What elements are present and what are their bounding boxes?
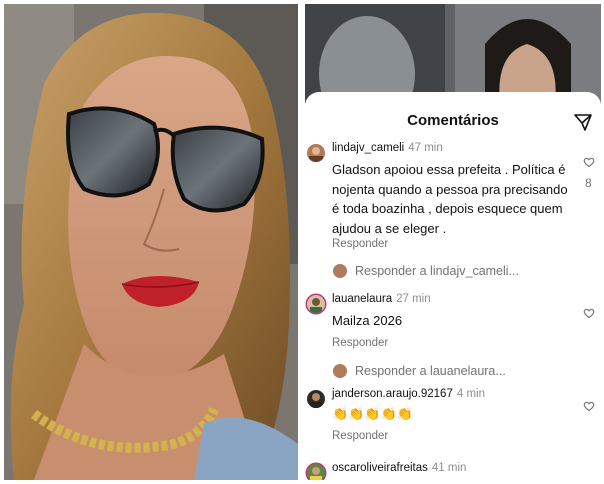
portrait-illustration [4,4,298,480]
comment-text: Mailza 2026 [332,313,403,328]
reply-avatar [333,264,347,278]
send-icon[interactable] [573,112,593,132]
heart-outline-icon[interactable] [583,307,595,319]
avatar[interactable] [307,464,325,480]
reply-prompt[interactable]: Responder a lindajv_cameli... [355,264,519,278]
comment-text: 👏👏👏👏👏 [332,406,413,421]
reply-avatar [333,364,347,378]
sheet-title: Comentários [407,112,499,129]
username-text[interactable]: oscaroliveirafreitas [332,462,428,474]
portrait-photo [4,4,298,480]
comment-time: 47 min [408,142,443,154]
avatar[interactable] [307,144,325,162]
comment-username[interactable]: oscaroliveirafreitas 41 min [332,462,466,474]
comment-username[interactable]: lauanelaura 27 min [332,293,431,305]
reply-button[interactable]: Responder [332,430,388,442]
comment-time: 41 min [431,462,467,474]
comment-time: 27 min [396,293,431,305]
background-video-frame [305,4,601,104]
comments-sheet: Comentários lindajv_cameli 47 min Gladson… [305,92,601,480]
comment-time: 4 min [456,388,485,400]
comment-username[interactable]: janderson.araujo.92167 4 min [332,388,485,400]
avatar[interactable] [307,295,325,313]
username-text[interactable]: lindajv_cameli [332,142,404,154]
avatar[interactable] [307,390,325,408]
comment-text: Gladson apoiou essa prefeita . Política … [332,162,568,236]
heart-outline-icon[interactable] [583,156,595,168]
reply-button[interactable]: Responder [332,238,388,250]
like-count: 8 [585,176,592,190]
heart-outline-icon[interactable] [583,400,595,412]
reply-prompt[interactable]: Responder a lauanelaura... [355,364,506,378]
reply-button[interactable]: Responder [332,337,388,349]
username-text[interactable]: janderson.araujo.92167 [332,388,453,400]
username-text[interactable]: lauanelaura [332,293,392,305]
comments-panel: Comentários lindajv_cameli 47 min Gladson… [305,4,601,480]
comment-username[interactable]: lindajv_cameli 47 min [332,142,443,154]
